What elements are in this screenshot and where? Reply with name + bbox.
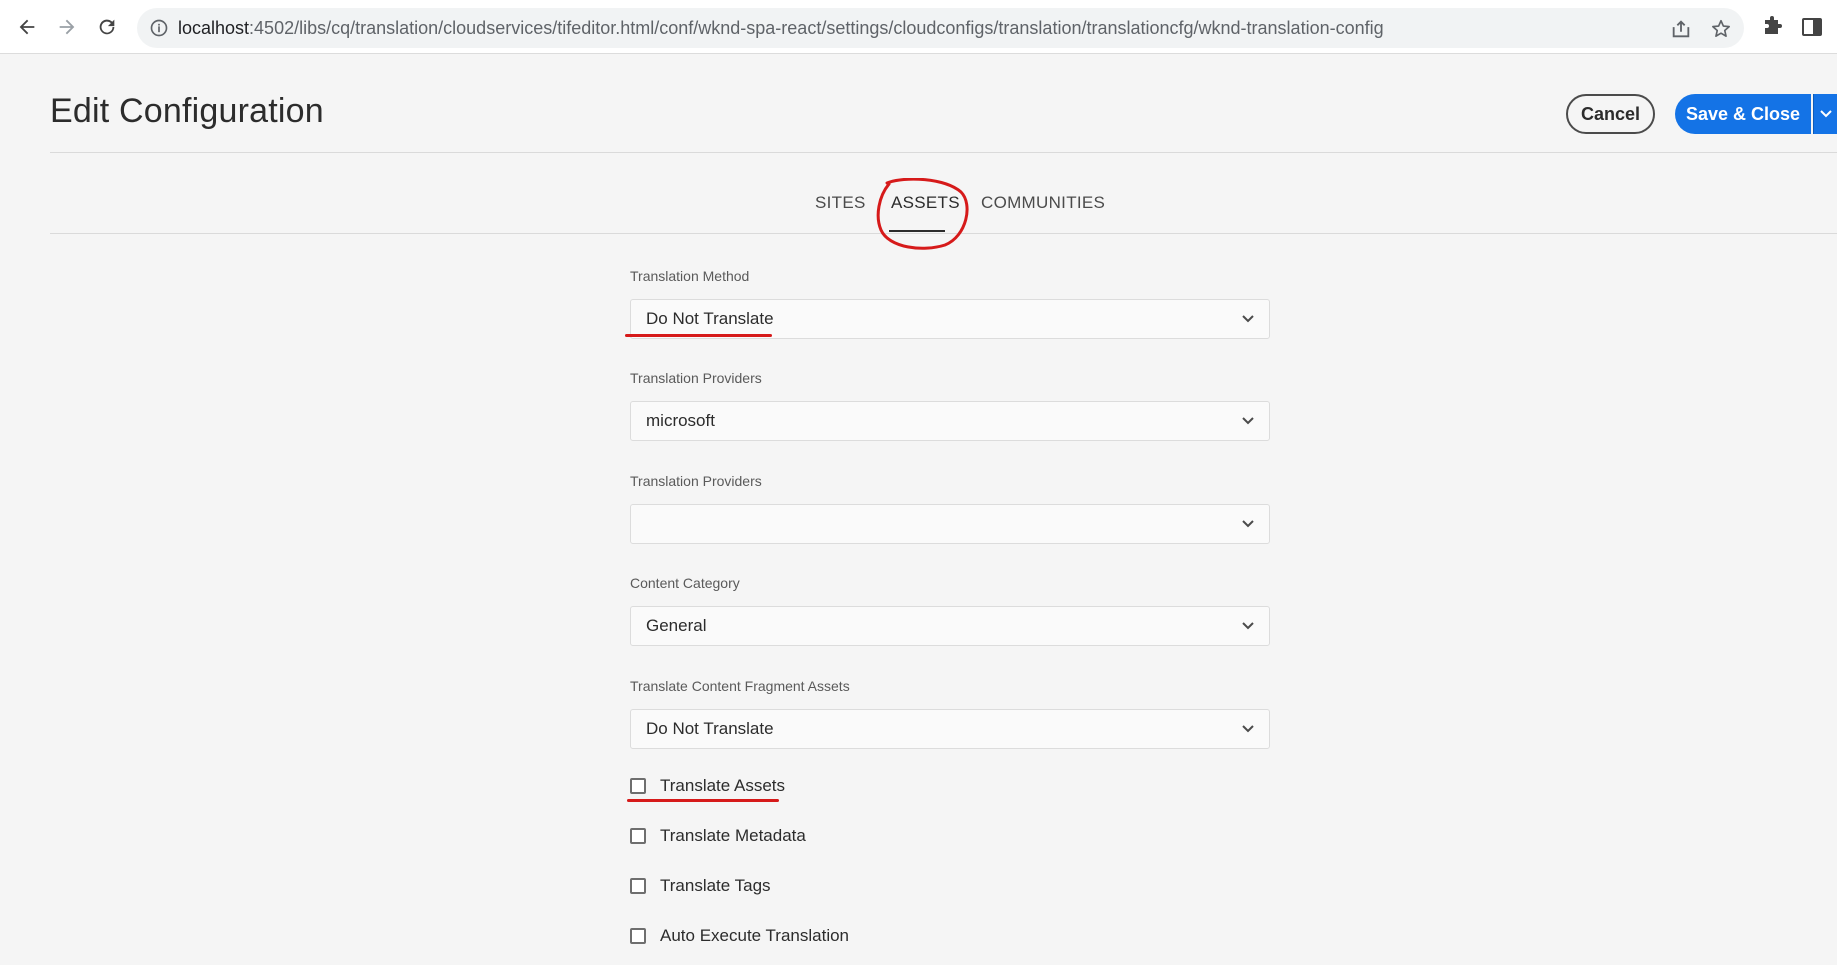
side-panel-icon[interactable]	[1800, 15, 1824, 39]
tab-communities[interactable]: COMMUNITIES	[981, 193, 1105, 213]
translation-method-value: Do Not Translate	[646, 309, 774, 328]
browser-toolbar: localhost:4502/libs/cq/translation/cloud…	[0, 0, 1837, 54]
translate-tags-label: Translate Tags	[660, 876, 771, 895]
header-divider	[50, 152, 1837, 153]
arrow-right-icon	[59, 19, 75, 35]
address-bar[interactable]: localhost:4502/libs/cq/translation/cloud…	[137, 8, 1744, 48]
reload-icon	[99, 19, 115, 35]
forward-button[interactable]	[52, 12, 82, 42]
save-options-dropdown[interactable]	[1813, 94, 1837, 134]
auto-execute-translation-checkbox-row[interactable]: Auto Execute Translation	[630, 924, 849, 948]
translate-tags-checkbox[interactable]	[630, 878, 646, 894]
url-path: :4502/libs/cq/translation/cloudservices/…	[249, 18, 1384, 38]
chevron-down-icon	[1242, 417, 1254, 425]
reload-button[interactable]	[92, 12, 122, 42]
annotation-circle	[876, 178, 969, 250]
translation-method-select[interactable]: Do Not Translate	[630, 299, 1270, 339]
translation-providers-2-select[interactable]	[630, 504, 1270, 544]
auto-execute-translation-label: Auto Execute Translation	[660, 926, 850, 945]
translate-metadata-checkbox-row[interactable]: Translate Metadata	[630, 824, 806, 848]
translation-method-label: Translation Method	[630, 268, 750, 284]
arrow-left-icon	[19, 19, 35, 35]
translation-providers-2-label: Translation Providers	[630, 473, 762, 489]
cancel-button[interactable]: Cancel	[1566, 94, 1655, 134]
chevron-down-icon	[1242, 725, 1254, 733]
tab-sites[interactable]: SITES	[815, 193, 866, 213]
share-icon[interactable]	[1670, 18, 1692, 40]
content-category-select[interactable]: General	[630, 606, 1270, 646]
page-title: Edit Configuration	[50, 92, 324, 130]
chevron-down-icon	[1242, 622, 1254, 630]
translation-providers-value: microsoft	[646, 411, 715, 430]
translate-assets-label: Translate Assets	[660, 776, 786, 795]
chevron-down-icon	[1242, 315, 1254, 323]
translate-tags-checkbox-row[interactable]: Translate Tags	[630, 874, 771, 898]
translate-metadata-label: Translate Metadata	[660, 826, 806, 845]
content-fragment-assets-label: Translate Content Fragment Assets	[630, 678, 850, 694]
content-category-label: Content Category	[630, 575, 740, 591]
translate-assets-checkbox[interactable]	[630, 778, 646, 794]
extensions-puzzle-icon[interactable]	[1760, 15, 1784, 39]
bookmark-star-icon[interactable]	[1710, 18, 1732, 40]
annotation-underline	[625, 334, 772, 337]
translate-metadata-checkbox[interactable]	[630, 828, 646, 844]
save-close-button[interactable]: Save & Close	[1675, 94, 1811, 134]
content-fragment-assets-select[interactable]: Do Not Translate	[630, 709, 1270, 749]
annotation-underline	[627, 799, 779, 802]
translation-providers-label: Translation Providers	[630, 370, 762, 386]
url-host: localhost	[178, 18, 250, 38]
info-icon[interactable]	[149, 18, 169, 38]
auto-execute-translation-checkbox[interactable]	[630, 928, 646, 944]
chevron-down-icon	[1820, 110, 1832, 118]
translation-providers-select[interactable]: microsoft	[630, 401, 1270, 441]
translate-assets-checkbox-row[interactable]: Translate Assets	[630, 774, 785, 798]
url-text[interactable]: localhost:4502/libs/cq/translation/cloud…	[178, 8, 1384, 48]
back-button[interactable]	[12, 12, 42, 42]
content-fragment-assets-value: Do Not Translate	[646, 719, 774, 738]
content-category-value: General	[646, 616, 707, 635]
chevron-down-icon	[1242, 520, 1254, 528]
